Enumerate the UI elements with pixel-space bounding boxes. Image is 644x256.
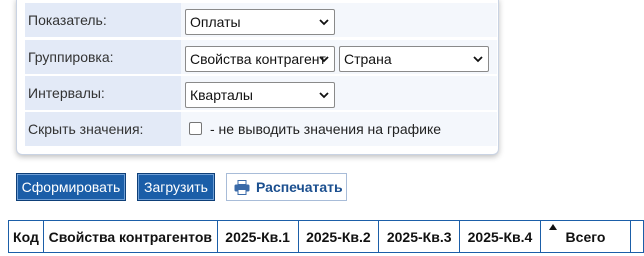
column-header-2025-q2[interactable]: 2025-Кв.2: [297, 220, 380, 253]
grouping-label: Группировка:: [25, 40, 181, 74]
report-settings-panel: Показатель: Оплаты Группировка: Свойства…: [16, 0, 499, 155]
column-header-code[interactable]: Код: [8, 220, 44, 253]
indicator-select[interactable]: Оплаты: [185, 9, 335, 35]
hide-values-label: Скрыть значения:: [25, 112, 181, 146]
print-button-label: Распечатать: [256, 179, 343, 195]
chevron-down-icon: [319, 56, 329, 63]
hide-values-checkbox[interactable]: [189, 122, 202, 135]
chevron-down-icon: [319, 19, 329, 26]
report-table: Код Свойства контрагентов 2025-Кв.1 2025…: [8, 220, 644, 253]
hide-values-checkbox-label[interactable]: - не выводить значения на графике: [210, 121, 441, 137]
column-header-extra: [630, 220, 644, 253]
sort-up-icon: [548, 224, 557, 230]
indicator-label: Показатель:: [25, 3, 181, 37]
chevron-down-icon: [473, 56, 483, 63]
column-header-2025-q1[interactable]: 2025-Кв.1: [216, 220, 299, 253]
intervals-label: Интервалы:: [25, 76, 181, 110]
grouping-select-primary[interactable]: Свойства контрагент: [185, 46, 335, 72]
table-header-row: Код Свойства контрагентов 2025-Кв.1 2025…: [8, 220, 644, 253]
grouping-select-secondary[interactable]: Страна: [339, 46, 489, 72]
chevron-down-icon: [319, 92, 329, 99]
printer-icon: [234, 179, 250, 195]
column-header-total[interactable]: Всего: [539, 220, 632, 253]
column-header-counterparty-properties[interactable]: Свойства контрагентов: [42, 220, 218, 253]
load-button[interactable]: Загрузить: [137, 173, 215, 201]
column-header-2025-q3[interactable]: 2025-Кв.3: [378, 220, 461, 253]
column-header-2025-q4[interactable]: 2025-Кв.4: [459, 220, 541, 253]
print-button[interactable]: Распечатать: [226, 173, 347, 201]
generate-button[interactable]: Сформировать: [16, 173, 126, 201]
column-header-total-label: Всего: [565, 228, 606, 245]
intervals-select[interactable]: Кварталы: [185, 82, 335, 108]
